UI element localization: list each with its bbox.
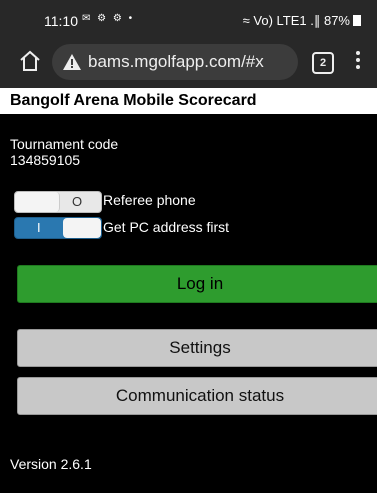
status-right: ≈ Vo) LTE1 .∥ 87% xyxy=(243,13,361,29)
status-time: 11:10 xyxy=(44,13,78,29)
toggle-knob xyxy=(63,218,101,238)
app-header: Bangolf Arena Mobile Scorecard xyxy=(0,88,377,114)
url-text: bams.mgolfapp.com/#x xyxy=(88,52,264,71)
tab-switcher-button[interactable]: 2 xyxy=(312,52,334,74)
address-bar[interactable]: bams.mgolfapp.com/#x xyxy=(52,44,298,80)
communication-status-button[interactable]: Communication status xyxy=(17,377,377,415)
battery-percent: 87% xyxy=(323,13,350,28)
version-text: Version 2.6.1 xyxy=(10,456,92,472)
notification-icons: ✉ ⚙ ⚙ • xyxy=(82,13,135,24)
toggle-state-text: I xyxy=(37,220,41,235)
browser-toolbar: bams.mgolfapp.com/#x 2 xyxy=(0,38,377,88)
status-bar: 11:10 ✉ ⚙ ⚙ • ≈ Vo) LTE1 .∥ 87% xyxy=(0,0,377,38)
login-button[interactable]: Log in xyxy=(17,265,377,303)
battery-icon xyxy=(353,15,361,26)
overflow-menu-icon[interactable] xyxy=(355,51,361,73)
toggle-knob xyxy=(15,192,60,212)
settings-button[interactable]: Settings xyxy=(17,329,377,367)
warning-icon[interactable] xyxy=(62,52,82,72)
signal-icon: ≈ Vo) LTE1 .∥ xyxy=(242,13,321,28)
tournament-code-value[interactable]: 134859105 xyxy=(10,152,80,168)
tournament-code-label: Tournament code xyxy=(10,136,119,152)
home-icon[interactable] xyxy=(18,49,42,73)
page-title: Bangolf Arena Mobile Scorecard xyxy=(10,92,257,109)
referee-phone-toggle[interactable]: O xyxy=(14,191,102,213)
get-pc-address-toggle[interactable]: I xyxy=(14,217,102,239)
toggle-state-text: O xyxy=(72,194,83,209)
referee-phone-label: Referee phone xyxy=(103,192,196,208)
get-pc-address-label: Get PC address first xyxy=(103,219,230,235)
